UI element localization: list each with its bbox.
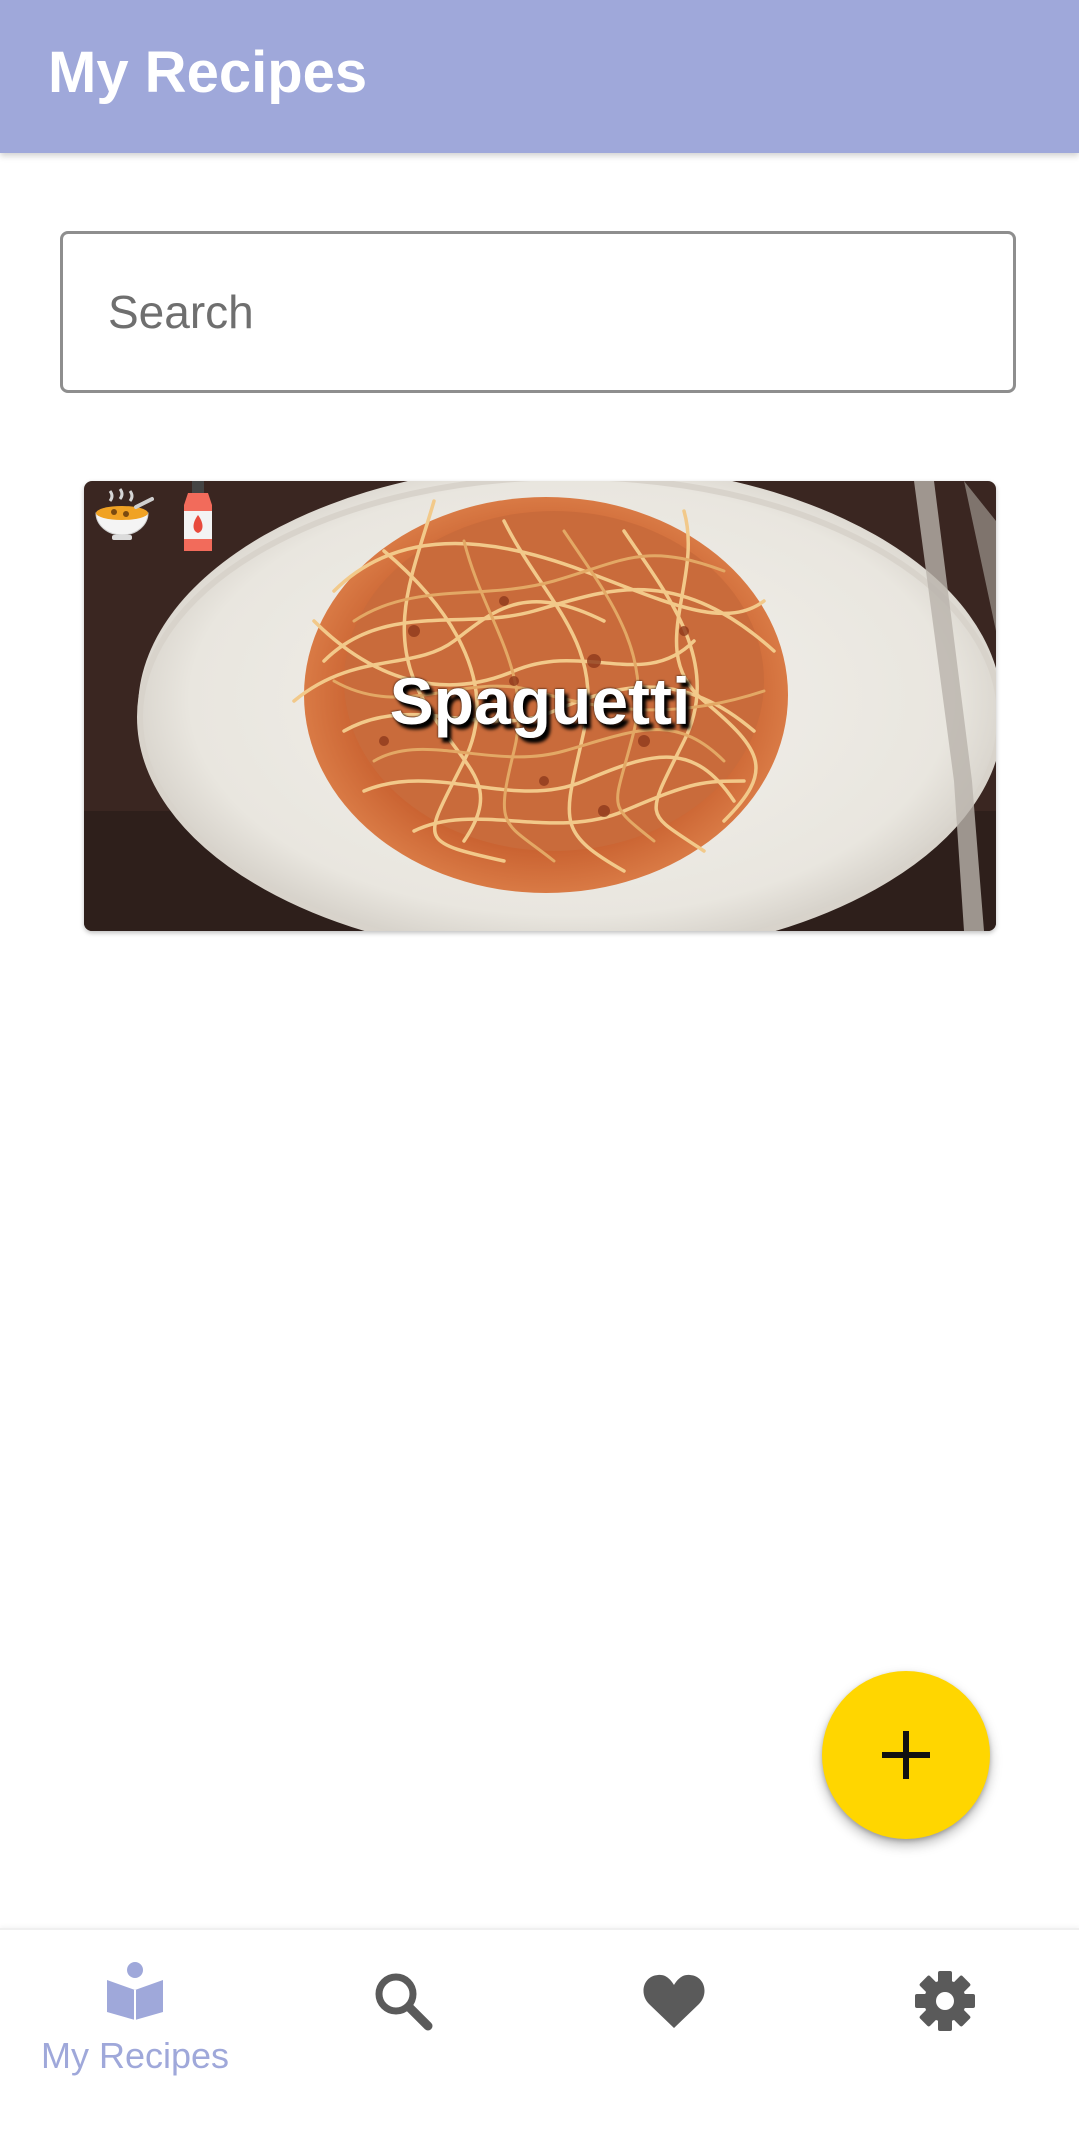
bottom-navigation: My Recipes (0, 1928, 1079, 2134)
nav-item-my-recipes[interactable]: My Recipes (0, 1930, 270, 2134)
hot-sauce-bottle-icon (184, 481, 212, 551)
nav-item-search[interactable] (270, 1930, 540, 2134)
recipe-title: Spaguetti (389, 664, 691, 738)
nav-item-favorites[interactable] (540, 1930, 810, 2134)
app-bar: My Recipes (0, 0, 1079, 153)
heart-icon (643, 1974, 705, 2028)
plus-icon (882, 1731, 930, 1779)
reading-book-icon (107, 1962, 163, 2020)
add-recipe-button[interactable] (822, 1671, 990, 1839)
search-field[interactable] (60, 231, 1016, 393)
recipe-card[interactable]: Spaguetti (84, 481, 996, 931)
page-title: My Recipes (48, 40, 368, 105)
gear-icon (915, 1971, 975, 2031)
search-input[interactable] (108, 234, 968, 390)
search-icon (375, 1973, 433, 2031)
nav-item-settings[interactable] (810, 1930, 1079, 2134)
nav-label-my-recipes: My Recipes (40, 2035, 230, 2076)
soup-bowl-icon (95, 488, 154, 540)
